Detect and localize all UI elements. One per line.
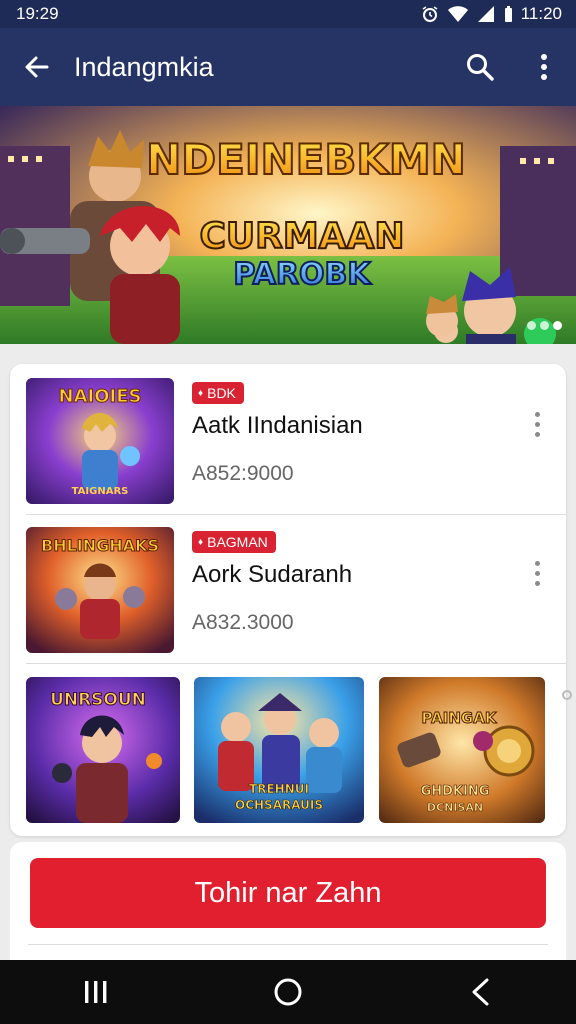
- tile-caption: UNRSOUN: [50, 690, 146, 710]
- signal-icon: [477, 6, 494, 22]
- back-icon: [472, 978, 489, 1006]
- banner-subtitle-1: CURMAAN: [199, 216, 404, 257]
- indicator-dot: [540, 321, 549, 330]
- recents-button[interactable]: [56, 960, 136, 1024]
- list-item[interactable]: NAIOIES TAIGNARS ♦ BDK Aatk IIndanisian …: [10, 364, 566, 512]
- banner-subtitle-2: PAROBK: [233, 257, 372, 292]
- product-tag: ♦ BAGMAN: [192, 531, 276, 553]
- tile-row: UNRSOUN TREHNUI OCHSARAUIS PAINGAK GHDKI…: [26, 677, 562, 823]
- thumbnail-caption: TAIGNARS: [72, 486, 129, 497]
- row-divider: [26, 663, 566, 664]
- back-button[interactable]: [0, 28, 74, 106]
- game-tile[interactable]: UNRSOUN: [26, 677, 180, 823]
- list-item[interactable]: BHLINGHAKS ♦ BAGMAN Aork Sudaranh A832.3…: [10, 513, 566, 661]
- more-dot: [534, 580, 540, 586]
- tile-caption: GHDKING: [421, 784, 490, 799]
- page-title: Indangmkia: [74, 51, 214, 82]
- banner-headline: NDEINEBKMN: [146, 135, 466, 184]
- wifi-icon: [447, 6, 468, 22]
- banner-page-indicator: [527, 321, 562, 330]
- alarm-icon: [422, 6, 438, 22]
- product-tag: ♦ BDK: [192, 382, 244, 404]
- status-bar: 19:29 11:20: [0, 0, 576, 28]
- tile-caption: DCNISAN: [427, 801, 483, 814]
- item-more-button[interactable]: [522, 553, 552, 593]
- product-thumbnail: BHLINGHAKS: [26, 527, 174, 653]
- recents-icon: [85, 981, 107, 1003]
- primary-action-button[interactable]: Tohir nar Zahn: [30, 858, 546, 928]
- more-dot: [534, 431, 540, 437]
- indicator-dot: [527, 321, 536, 330]
- indicator-dot-active: [553, 321, 562, 330]
- product-price: A832.3000: [192, 611, 294, 634]
- tile-caption: TREHNUI: [249, 782, 309, 796]
- system-nav-bar: [0, 960, 576, 1024]
- back-arrow-icon: [25, 56, 49, 78]
- thumbnail-caption: BHLINGHAKS: [41, 536, 159, 555]
- tile-caption: OCHSARAUIS: [235, 798, 323, 812]
- home-icon: [274, 978, 302, 1006]
- product-name: Aork Sudaranh: [192, 561, 353, 588]
- banner-artwork: NDEINEBKMN CURMAAN PAROBK: [0, 106, 576, 344]
- game-tile[interactable]: TREHNUI OCHSARAUIS: [194, 677, 364, 823]
- hero-banner[interactable]: NDEINEBKMN CURMAAN PAROBK: [0, 106, 576, 344]
- home-button[interactable]: [248, 960, 328, 1024]
- more-dot: [534, 411, 540, 417]
- tag-heart-icon: ♦: [198, 536, 204, 548]
- more-vert-icon: [541, 54, 547, 80]
- tile-caption: PAINGAK: [422, 709, 498, 727]
- battery-icon: [504, 6, 512, 22]
- status-time: 19:29: [16, 4, 59, 23]
- search-icon: [467, 54, 494, 81]
- tag-label: BDK: [207, 385, 236, 401]
- product-price: A852:9000: [192, 462, 294, 485]
- thumbnail-caption: NAIOIES: [59, 386, 142, 407]
- back-nav-button[interactable]: [440, 960, 520, 1024]
- search-button[interactable]: [448, 28, 512, 106]
- product-thumbnail: NAIOIES TAIGNARS: [26, 378, 174, 504]
- item-more-button[interactable]: [522, 404, 552, 444]
- tag-heart-icon: ♦: [198, 387, 204, 399]
- status-clock-right: 11:20: [520, 4, 562, 23]
- more-dot: [534, 570, 540, 576]
- more-options-button[interactable]: [512, 28, 576, 106]
- more-dot: [534, 560, 540, 566]
- scroll-indicator: [562, 690, 572, 700]
- bottom-action-card: Tohir nar Zahn: [10, 842, 566, 972]
- product-name: Aatk IIndanisian: [192, 412, 363, 439]
- tag-label: BAGMAN: [207, 534, 268, 550]
- product-list-card: NAIOIES TAIGNARS ♦ BDK Aatk IIndanisian …: [10, 364, 572, 836]
- more-dot: [534, 421, 540, 427]
- game-tile[interactable]: PAINGAK GHDKING DCNISAN: [379, 677, 545, 823]
- divider: [28, 944, 548, 945]
- app-bar: Indangmkia: [0, 28, 576, 106]
- status-icons: 11:20: [421, 4, 562, 24]
